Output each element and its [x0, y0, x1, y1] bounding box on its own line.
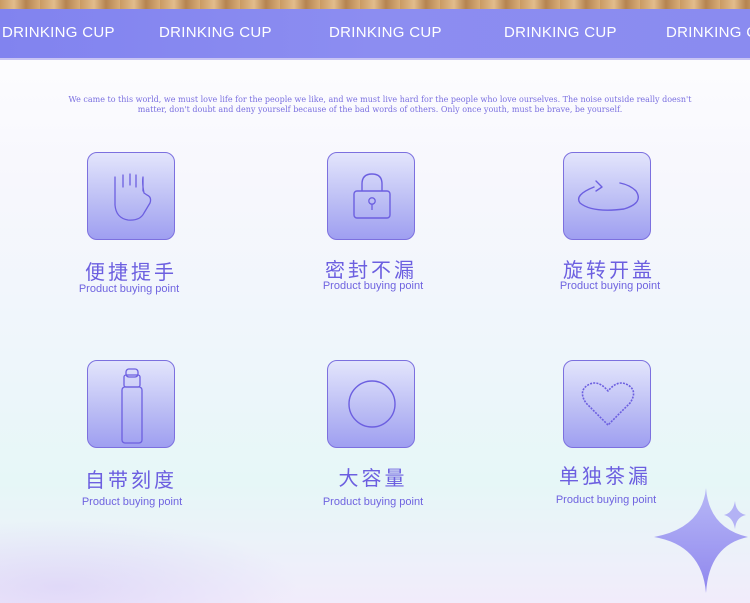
lock-icon — [327, 152, 415, 240]
rotate-icon — [563, 152, 651, 240]
banner-label: DRINKING CUP — [329, 24, 442, 41]
banner-label: DRINKING CUP — [159, 24, 272, 41]
feature-subtitle: Product buying point — [78, 283, 180, 295]
circle-icon — [327, 360, 415, 448]
feature-title: 自带刻度 — [85, 468, 177, 492]
banner-divider — [0, 58, 750, 60]
banner-label: DRINKING C — [666, 24, 750, 41]
banner-strip: DRINKING CUP DRINKING CUP DRINKING CUP D… — [0, 9, 750, 58]
hand-icon — [87, 152, 175, 240]
feature-title: 旋转开盖 — [563, 258, 655, 282]
feature-title: 便捷提手 — [85, 260, 177, 284]
banner-label: DRINKING CUP — [504, 24, 617, 41]
wood-texture-strip — [0, 0, 750, 9]
sparkle-icon — [654, 488, 748, 593]
feature-subtitle: Product buying point — [81, 496, 183, 508]
feature-subtitle: Product buying point — [559, 280, 661, 292]
banner-label: DRINKING CUP — [2, 24, 115, 41]
feature-subtitle: Product buying point — [322, 496, 424, 508]
feature-title: 大容量 — [338, 466, 408, 490]
heart-icon — [563, 360, 651, 448]
bottle-icon — [87, 360, 175, 448]
feature-subtitle: Product buying point — [322, 280, 424, 292]
background-glow — [0, 520, 300, 603]
slogan-text: We came to this world, we must love life… — [68, 95, 692, 114]
feature-title: 密封不漏 — [325, 258, 417, 282]
